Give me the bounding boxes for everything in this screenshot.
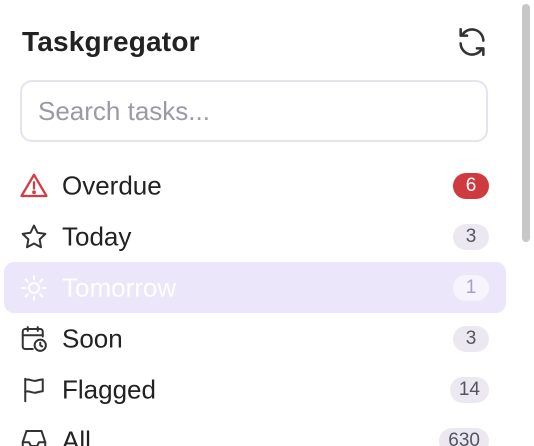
- inbox-icon: [19, 426, 49, 446]
- sidebar-item-overdue[interactable]: Overdue 6: [4, 160, 506, 211]
- warning-triangle-icon: [19, 171, 49, 201]
- sidebar-header: Taskgregator: [22, 24, 494, 64]
- sidebar-item-label: All: [62, 425, 91, 446]
- calendar-clock-icon: [19, 324, 49, 354]
- flag-icon: [19, 375, 49, 405]
- app-title: Taskgregator: [22, 26, 200, 57]
- vertical-scrollbar[interactable]: [522, 4, 530, 242]
- sidebar-item-today[interactable]: Today 3: [4, 211, 506, 262]
- refresh-icon: [459, 27, 485, 57]
- sidebar-item-tomorrow[interactable]: Tomorrow 1: [4, 262, 506, 313]
- sidebar-item-label: Tomorrow: [62, 272, 177, 302]
- refresh-button[interactable]: [454, 24, 490, 60]
- app-window: Taskgregator Overdue 6: [0, 0, 534, 446]
- count-badge: 630: [439, 427, 489, 446]
- sidebar-nav: Overdue 6 Today 3 Tomorrow 1 Soon 3 Flag…: [4, 160, 506, 446]
- star-icon: [19, 222, 49, 252]
- count-badge: 6: [453, 172, 489, 199]
- count-badge: 3: [453, 325, 489, 352]
- sidebar-item-label: Today: [62, 221, 132, 251]
- sidebar-item-all[interactable]: All 630: [4, 415, 506, 446]
- sidebar-item-label: Flagged: [62, 374, 156, 404]
- search-input[interactable]: [22, 82, 486, 140]
- search-box[interactable]: [20, 80, 488, 142]
- sidebar-item-label: Overdue: [62, 170, 162, 200]
- count-badge: 1: [453, 274, 489, 301]
- sidebar-item-flagged[interactable]: Flagged 14: [4, 364, 506, 415]
- count-badge: 3: [453, 223, 489, 250]
- sun-icon: [19, 273, 49, 303]
- count-badge: 14: [449, 376, 489, 403]
- sidebar-item-label: Soon: [62, 323, 123, 353]
- sidebar-item-soon[interactable]: Soon 3: [4, 313, 506, 364]
